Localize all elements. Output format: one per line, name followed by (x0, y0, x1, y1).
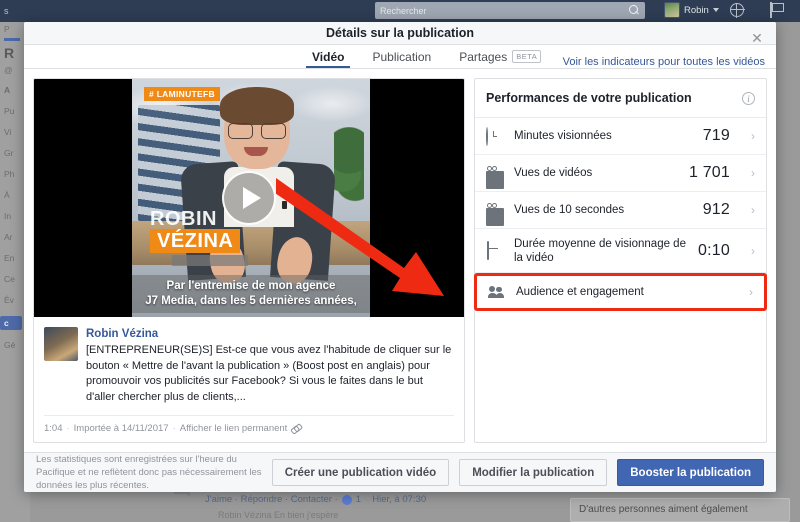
stats-disclaimer: Les statistiques sont enregistrées sur l… (36, 453, 262, 492)
subtitle-line-2: J7 Media, dans les 5 dernières années, (138, 294, 364, 309)
account-menu[interactable]: Robin (664, 2, 719, 18)
facebook-topbar: s Rechercher Robin (0, 0, 800, 22)
stat-value: 0:10 (698, 242, 730, 260)
video-decor-plant (334, 127, 364, 205)
background-right-card: D'autres personnes aiment également (570, 498, 790, 522)
chevron-down-icon (713, 8, 719, 12)
video-camera-icon (486, 202, 503, 219)
microphone-icon (282, 201, 287, 209)
search-icon (629, 5, 640, 16)
chevron-right-icon: › (741, 244, 755, 258)
people-icon (488, 284, 505, 301)
video-duration: 1:04 (44, 423, 63, 434)
performance-title: Performances de votre publication (486, 91, 692, 105)
screenshot-root: s Rechercher Robin P R @ A Pu Vi Gr (0, 0, 800, 522)
post-author-name[interactable]: Robin Vézina (86, 327, 454, 342)
tab-video[interactable]: Vidéo (298, 45, 358, 68)
modal-footer: Les statistiques sont enregistrées sur l… (24, 452, 776, 492)
play-icon[interactable] (222, 171, 276, 225)
video-subtitle: Par l'entremise de mon agence J7 Media, … (132, 275, 370, 313)
hashtag-overlay: # LAMINUTEFB (144, 87, 220, 101)
performance-panel: Performances de votre publication i Minu… (474, 78, 767, 443)
all-videos-metrics-link[interactable]: Voir les indicateurs pour toutes les vid… (563, 45, 765, 79)
stat-label: Vues de vidéos (514, 166, 678, 180)
stat-row-10s-views[interactable]: Vues de 10 secondes 912 › (475, 192, 766, 229)
edit-post-button[interactable]: Modifier la publication (459, 459, 607, 486)
search-placeholder: Rechercher (380, 6, 629, 16)
topbar-left-nav: s (0, 6, 9, 16)
bg-sidebar-accent (4, 38, 20, 41)
video-player[interactable]: # LAMINUTEFB ROBIN VÉZINA Par l'entremis… (34, 79, 464, 317)
lower-third-bar (172, 255, 248, 266)
stat-row-average-watch-time[interactable]: Durée moyenne de visionnage de la vidéo … (475, 229, 766, 273)
subtitle-line-1: Par l'entremise de mon agence (138, 279, 364, 294)
boost-post-button[interactable]: Booster la publication (617, 459, 764, 486)
modal-header: Détails sur la publication ✕ (24, 22, 776, 45)
post-footer: 1:04 · Importée à 14/11/2017 · Afficher … (44, 415, 454, 442)
close-icon[interactable]: ✕ (750, 31, 764, 45)
create-video-post-button[interactable]: Créer une publication vidéo (272, 459, 449, 486)
clock-icon (486, 128, 503, 145)
lower-third-firstname: ROBIN (150, 209, 217, 229)
account-name: Robin (684, 5, 709, 16)
stat-row-video-views[interactable]: Vues de vidéos 1 701 › (475, 155, 766, 192)
tab-publication[interactable]: Publication (358, 45, 445, 68)
tab-label: Publication (372, 50, 431, 64)
link-icon (291, 424, 300, 433)
video-camera-icon (486, 165, 503, 182)
comment-next-line: Robin Vézina En bien j'espère (150, 510, 570, 520)
video-subject-hair (220, 87, 294, 125)
modal-body: # LAMINUTEFB ROBIN VÉZINA Par l'entremis… (24, 69, 776, 452)
comment-like-count: 1 (356, 494, 361, 505)
stat-label: Vues de 10 secondes (514, 203, 692, 217)
chevron-right-icon: › (741, 166, 755, 180)
stat-row-minutes-viewed[interactable]: Minutes visionnées 719 › (475, 118, 766, 155)
stat-label: Durée moyenne de visionnage de la vidéo (514, 237, 687, 265)
avatar (44, 327, 78, 361)
permalink-link[interactable]: Afficher le lien permanent (180, 423, 288, 434)
chevron-right-icon: › (739, 285, 753, 299)
modal-tabs: Vidéo Publication Partages BETA Voir les… (24, 45, 776, 69)
lower-third-lastname: VÉZINA (150, 229, 240, 253)
avatar (170, 494, 188, 508)
stat-value: 1 701 (689, 164, 730, 182)
chevron-right-icon: › (741, 129, 755, 143)
video-preview-card: # LAMINUTEFB ROBIN VÉZINA Par l'entremis… (33, 78, 465, 443)
stat-value: 912 (703, 201, 730, 219)
flag-icon[interactable] (770, 2, 786, 18)
comment-time: Hier, à 07:30 (372, 494, 426, 505)
tab-label: Vidéo (312, 50, 344, 64)
tab-partages[interactable]: Partages BETA (445, 45, 555, 68)
globe-icon[interactable] (730, 3, 744, 17)
stat-row-audience-engagement[interactable]: Audience et engagement › (474, 273, 767, 311)
beta-badge: BETA (512, 50, 541, 63)
like-icon (342, 495, 352, 505)
stat-value: 719 (703, 127, 730, 145)
post-body-text: [ENTREPRENEUR(SE)S] Est-ce que vous avez… (86, 343, 454, 405)
comment-actions: J'aime · Répondre · Contacter · (205, 494, 338, 505)
performance-header: Performances de votre publication i (475, 79, 766, 118)
info-icon[interactable]: i (742, 92, 755, 105)
film-icon (486, 242, 503, 259)
stat-label: Audience et engagement (516, 285, 717, 299)
avatar (664, 2, 680, 18)
import-date: Importée à 14/11/2017 (74, 423, 169, 434)
glasses-icon (228, 123, 286, 137)
stat-label: Minutes visionnées (514, 129, 692, 143)
post-meta: Robin Vézina [ENTREPRENEUR(SE)S] Est-ce … (34, 317, 464, 411)
modal-title: Détails sur la publication (326, 26, 474, 40)
chevron-right-icon: › (741, 203, 755, 217)
bg-sidebar-cta: c (0, 316, 22, 330)
tab-label: Partages (459, 50, 507, 64)
search-input[interactable]: Rechercher (375, 2, 645, 19)
post-details-modal: Détails sur la publication ✕ Vidéo Publi… (24, 22, 776, 492)
